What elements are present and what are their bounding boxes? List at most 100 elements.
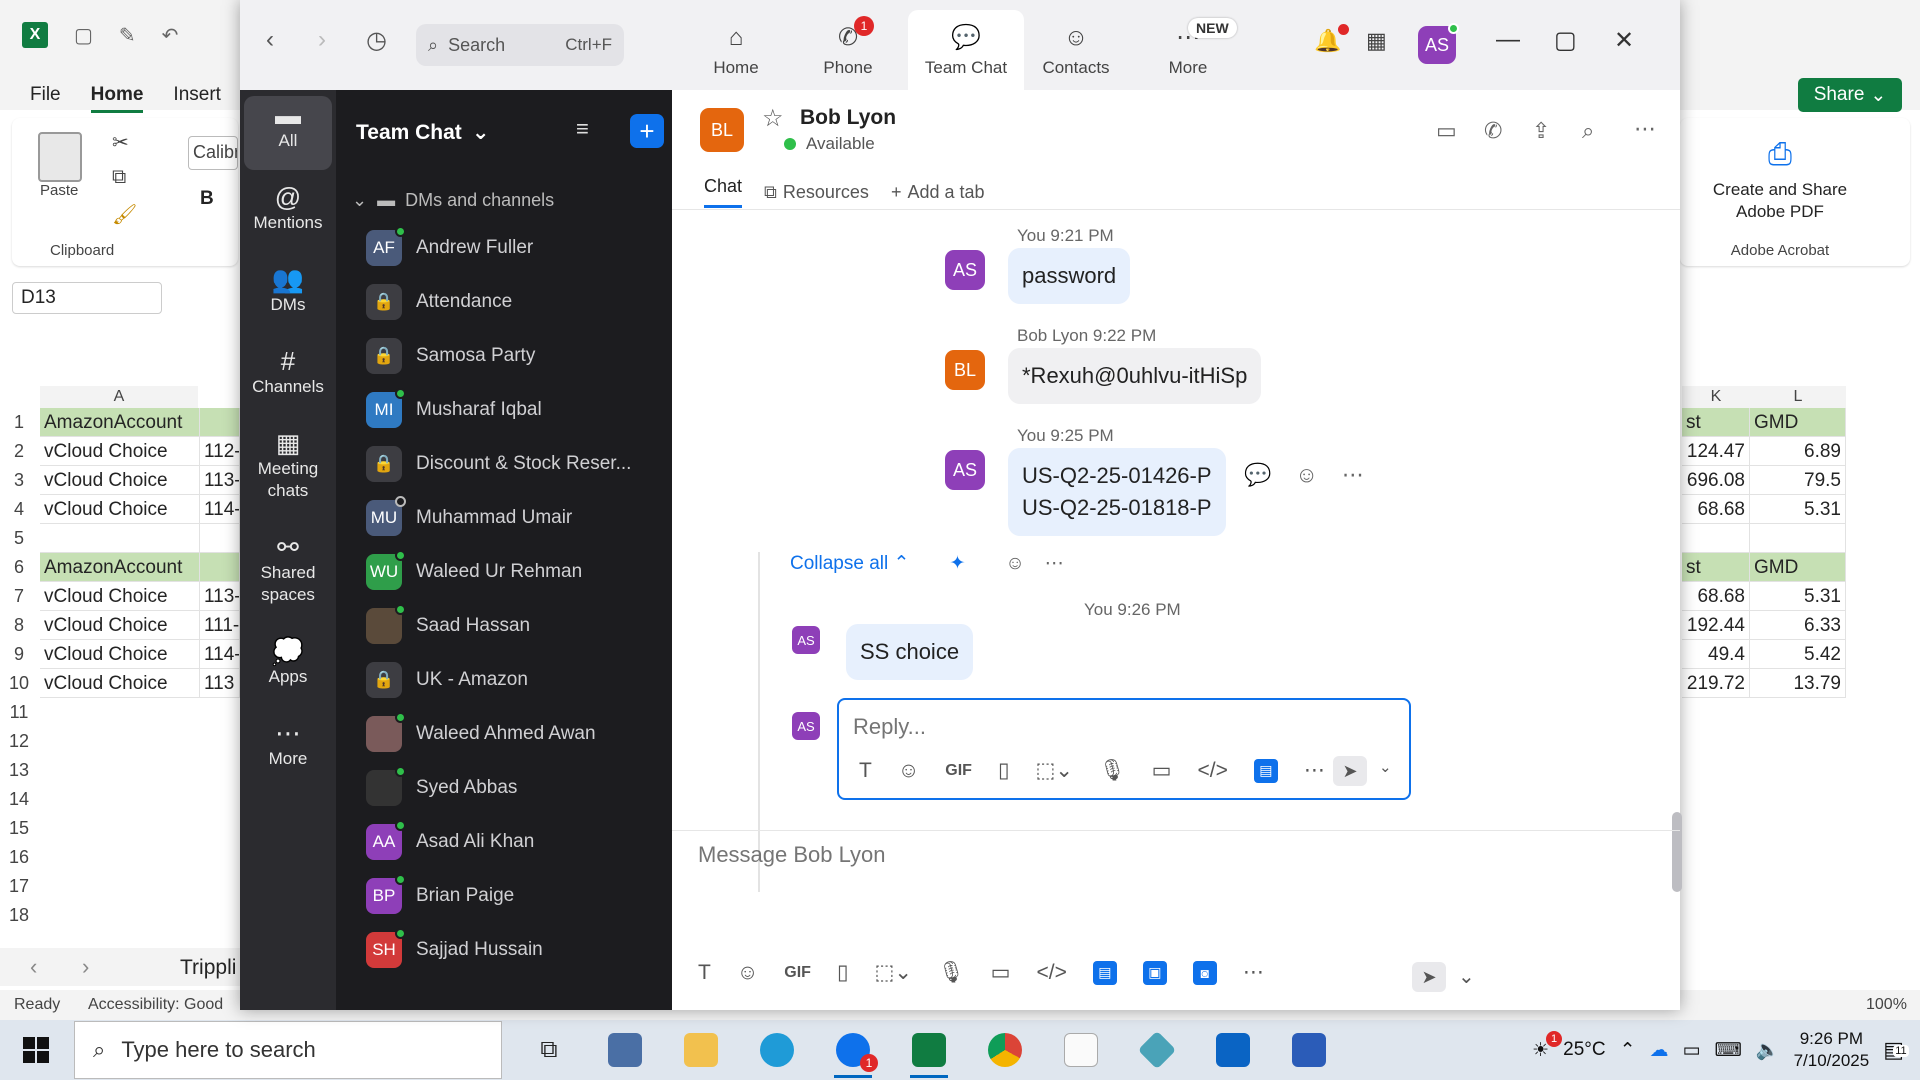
excel-tab-insert[interactable]: Insert bbox=[173, 84, 221, 113]
video-icon[interactable]: ▭ bbox=[1436, 118, 1457, 144]
paste-icon[interactable] bbox=[38, 132, 82, 182]
emoji-icon[interactable]: ☺ bbox=[1005, 553, 1024, 575]
star-icon[interactable]: ☆ bbox=[762, 104, 784, 133]
sparkle-icon[interactable]: ✦ bbox=[949, 552, 965, 575]
mic-icon[interactable]: 🎙 bbox=[938, 961, 965, 985]
sheet-prev-icon[interactable]: ‹ bbox=[30, 954, 37, 980]
sheet-tab[interactable]: Trippli bbox=[180, 956, 236, 980]
emoji-icon[interactable]: ☺ bbox=[1295, 462, 1317, 488]
cell[interactable]: GMD bbox=[1750, 408, 1846, 437]
row-header[interactable]: 12 bbox=[0, 727, 38, 756]
chat-list-item[interactable]: AA Asad Ali Khan bbox=[366, 818, 534, 866]
video-message-icon[interactable]: ▭ bbox=[1152, 758, 1172, 783]
screenshot-icon[interactable]: ⬚⌄ bbox=[1036, 758, 1073, 783]
tab-team-chat[interactable]: 💬 Team Chat bbox=[908, 10, 1024, 90]
filter-icon[interactable]: ≡ bbox=[576, 116, 589, 142]
row-header[interactable]: 6 bbox=[0, 553, 38, 582]
chat-list-item[interactable]: BP Brian Paige bbox=[366, 872, 514, 920]
search-icon[interactable]: ⌕ bbox=[1582, 118, 1594, 144]
share-button[interactable]: Share ⌄ bbox=[1798, 78, 1902, 112]
cell[interactable]: 6.89 bbox=[1750, 437, 1846, 466]
rail-channels[interactable]: # Channels bbox=[244, 348, 332, 398]
cell[interactable]: 696.08 bbox=[1682, 466, 1750, 495]
app-icon[interactable]: ▤ bbox=[1253, 758, 1278, 783]
gif-icon[interactable]: GIF bbox=[945, 762, 972, 780]
new-chat-button[interactable]: + bbox=[630, 114, 664, 148]
cell[interactable]: vCloud Choice bbox=[40, 669, 200, 698]
scrollbar[interactable] bbox=[1672, 300, 1682, 892]
app-icon[interactable]: ▤ bbox=[1092, 960, 1117, 985]
save-icon[interactable]: ▢ bbox=[74, 23, 93, 48]
minimize-icon[interactable]: — bbox=[1496, 26, 1520, 54]
tab-contacts[interactable]: ☺ Contacts bbox=[1024, 10, 1128, 90]
docs-icon[interactable]: ◙ bbox=[1192, 960, 1217, 985]
cell[interactable]: GMD bbox=[1750, 553, 1846, 582]
forward-icon[interactable]: › bbox=[318, 26, 326, 54]
text-format-icon[interactable]: T bbox=[698, 961, 711, 985]
excel-icon[interactable] bbox=[900, 1022, 958, 1078]
contact-name[interactable]: Bob Lyon bbox=[800, 106, 896, 130]
rail-mentions[interactable]: @ Mentions bbox=[244, 184, 332, 234]
chat-list-item[interactable]: MU Muhammad Umair bbox=[366, 494, 572, 542]
name-box[interactable]: D13 bbox=[12, 282, 162, 314]
rail-meeting-chats[interactable]: ▦ Meeting chats bbox=[248, 430, 328, 502]
row-header[interactable]: 1 bbox=[0, 408, 38, 437]
app-diamond-icon[interactable] bbox=[1128, 1022, 1186, 1078]
row-header[interactable]: 18 bbox=[0, 901, 38, 930]
calendar-icon[interactable]: ▦ bbox=[1366, 28, 1387, 54]
rail-shared-spaces[interactable]: ⚯ Shared spaces bbox=[248, 534, 328, 606]
more-options-icon[interactable]: ⋯ bbox=[1342, 462, 1364, 488]
chat-list-item[interactable]: WU Waleed Ur Rehman bbox=[366, 548, 582, 596]
chat-list-item[interactable]: MI Musharaf Iqbal bbox=[366, 386, 542, 434]
row-header[interactable]: 4 bbox=[0, 495, 38, 524]
reply-input[interactable] bbox=[853, 714, 1393, 740]
more-options-icon[interactable]: ⋯ bbox=[1045, 552, 1064, 575]
screenshot-icon[interactable]: ⬚⌄ bbox=[875, 960, 912, 985]
cell[interactable]: 5.31 bbox=[1750, 582, 1846, 611]
rail-dms[interactable]: 👥 DMs bbox=[244, 266, 332, 316]
battery-icon[interactable]: ▭ bbox=[1683, 1039, 1701, 1062]
maximize-icon[interactable]: ▢ bbox=[1554, 26, 1577, 55]
tab-phone[interactable]: ✆ 1 Phone bbox=[796, 10, 900, 90]
row-header[interactable]: 7 bbox=[0, 582, 38, 611]
share-screen-icon[interactable]: ⇪ bbox=[1532, 118, 1550, 144]
cell[interactable]: 113 bbox=[200, 669, 240, 698]
cell[interactable]: 68.68 bbox=[1682, 582, 1750, 611]
undo-icon[interactable]: ↶ bbox=[162, 23, 179, 48]
cell[interactable]: 113- bbox=[200, 582, 240, 611]
status-accessibility[interactable]: Accessibility: Good bbox=[88, 996, 223, 1014]
team-chat-dropdown[interactable]: Team Chat ⌄ bbox=[356, 120, 489, 145]
volume-icon[interactable]: 🔈 bbox=[1756, 1038, 1780, 1062]
word-icon[interactable] bbox=[1280, 1022, 1338, 1078]
copy-icon[interactable]: ⧉ bbox=[112, 166, 126, 189]
cell[interactable]: 5.31 bbox=[1750, 495, 1846, 524]
chat-list-item[interactable]: Saad Hassan bbox=[366, 602, 530, 650]
more-options-icon[interactable]: ⋯ bbox=[1243, 960, 1264, 985]
message-avatar[interactable]: BL bbox=[945, 350, 985, 390]
calculator-icon[interactable] bbox=[596, 1022, 654, 1078]
chat-list-item[interactable]: Waleed Ahmed Awan bbox=[366, 710, 596, 758]
tab-add[interactable]: + Add a tab bbox=[891, 176, 985, 208]
rail-apps[interactable]: 💭 Apps bbox=[244, 638, 332, 688]
chevron-down-icon[interactable]: ⌄ bbox=[1458, 964, 1475, 989]
file-icon[interactable]: ▯ bbox=[837, 960, 849, 985]
excel-tab-file[interactable]: File bbox=[30, 84, 61, 113]
cut-icon[interactable]: ✂ bbox=[112, 130, 129, 155]
bell-icon[interactable]: 🔔 bbox=[1314, 28, 1341, 54]
chat-list-item[interactable]: 🔒 Samosa Party bbox=[366, 332, 535, 380]
row-header[interactable]: 10 bbox=[0, 669, 38, 698]
tab-chat[interactable]: Chat bbox=[704, 176, 743, 208]
thread-avatar[interactable]: AS bbox=[792, 626, 820, 654]
chevron-down-icon[interactable]: ⌄ bbox=[1379, 758, 1392, 776]
cell[interactable]: AmazonAccount bbox=[40, 553, 200, 582]
row-header[interactable]: 5 bbox=[0, 524, 38, 553]
tab-home[interactable]: ⌂ Home bbox=[684, 10, 788, 90]
column-header-a[interactable]: A bbox=[40, 386, 198, 408]
cell[interactable] bbox=[40, 524, 200, 553]
mic-icon[interactable]: 🎙 bbox=[1099, 759, 1126, 783]
cell[interactable]: vCloud Choice bbox=[40, 640, 200, 669]
more-options-icon[interactable]: ⋯ bbox=[1304, 758, 1325, 783]
dms-channels-section[interactable]: ⌄ ▬ DMs and channels bbox=[352, 190, 554, 211]
row-header[interactable]: 2 bbox=[0, 437, 38, 466]
emoji-icon[interactable]: ☺ bbox=[898, 759, 919, 783]
